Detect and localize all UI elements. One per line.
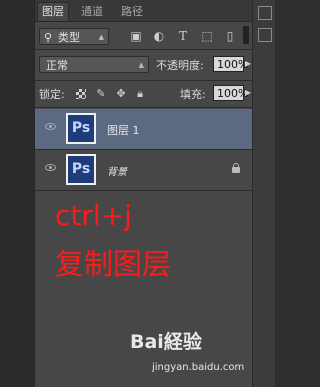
divider	[35, 107, 253, 108]
lock-position-icon[interactable]: ✥	[115, 88, 127, 100]
filter-kind-label: 类型	[58, 31, 80, 44]
type-filter-icon[interactable]: T	[176, 29, 190, 43]
lock-icon	[232, 163, 240, 173]
layer-row-layer1[interactable]: Ps 图层 1	[35, 109, 253, 149]
filter-kind-select[interactable]: ⚲ 类型 ▲	[39, 28, 109, 45]
panel-menu-icon[interactable]	[258, 28, 272, 42]
shape-filter-icon[interactable]: ⬚	[200, 29, 214, 43]
lock-transparent-pixels-icon[interactable]	[76, 89, 86, 99]
layer-name[interactable]: 图层 1	[107, 122, 140, 138]
lock-image-pixels-icon[interactable]: ✎	[95, 88, 107, 100]
collapse-panel-icon[interactable]	[258, 6, 272, 20]
opacity-input[interactable]: 100%	[213, 56, 248, 72]
watermark-brand: Bai経验	[130, 331, 202, 353]
opacity-label: 不透明度:	[156, 59, 204, 72]
layer-thumbnail: Ps	[66, 154, 96, 185]
divider	[35, 80, 253, 81]
select-arrows-icon: ▲	[138, 61, 144, 69]
smart-object-filter-icon[interactable]: ▯	[223, 29, 237, 43]
select-arrows-icon: ▲	[98, 33, 104, 41]
annotation-shortcut: ctrl+j	[55, 199, 132, 232]
tab-layers[interactable]: 图层	[37, 2, 69, 21]
filter-toggle-switch[interactable]	[243, 26, 249, 44]
eye-visibility-icon[interactable]	[45, 123, 56, 130]
adjustment-filter-icon[interactable]: ◐	[152, 29, 166, 43]
divider	[35, 49, 253, 50]
divider	[35, 190, 253, 191]
left-canvas-gap	[0, 0, 34, 387]
image-filter-icon[interactable]: ▣	[129, 29, 143, 43]
fill-label: 填充:	[180, 88, 206, 101]
lock-all-icon[interactable]: 🔒︎	[134, 88, 146, 100]
watermark-url: jingyan.baidu.com	[152, 362, 245, 373]
blend-mode-select[interactable]: 正常 ▲	[39, 56, 149, 73]
layer-row-background[interactable]: Ps 背景	[35, 150, 253, 190]
blend-mode-value: 正常	[46, 59, 68, 72]
panel-dock-strip	[252, 0, 275, 387]
tab-channels[interactable]: 通道	[77, 3, 107, 21]
tab-paths[interactable]: 路径	[117, 3, 147, 21]
lock-label: 锁定:	[39, 88, 65, 101]
annotation-caption: 复制图层	[55, 247, 172, 281]
watermark-logo: Bai経验	[130, 327, 202, 354]
panel-tab-bar: 图层 通道 路径	[35, 0, 253, 22]
layer-thumbnail: Ps	[66, 113, 96, 144]
search-icon: ⚲	[44, 31, 53, 44]
fill-input[interactable]: 100%	[213, 85, 248, 101]
eye-visibility-icon[interactable]	[45, 164, 56, 171]
layer-name[interactable]: 背景	[107, 163, 127, 178]
